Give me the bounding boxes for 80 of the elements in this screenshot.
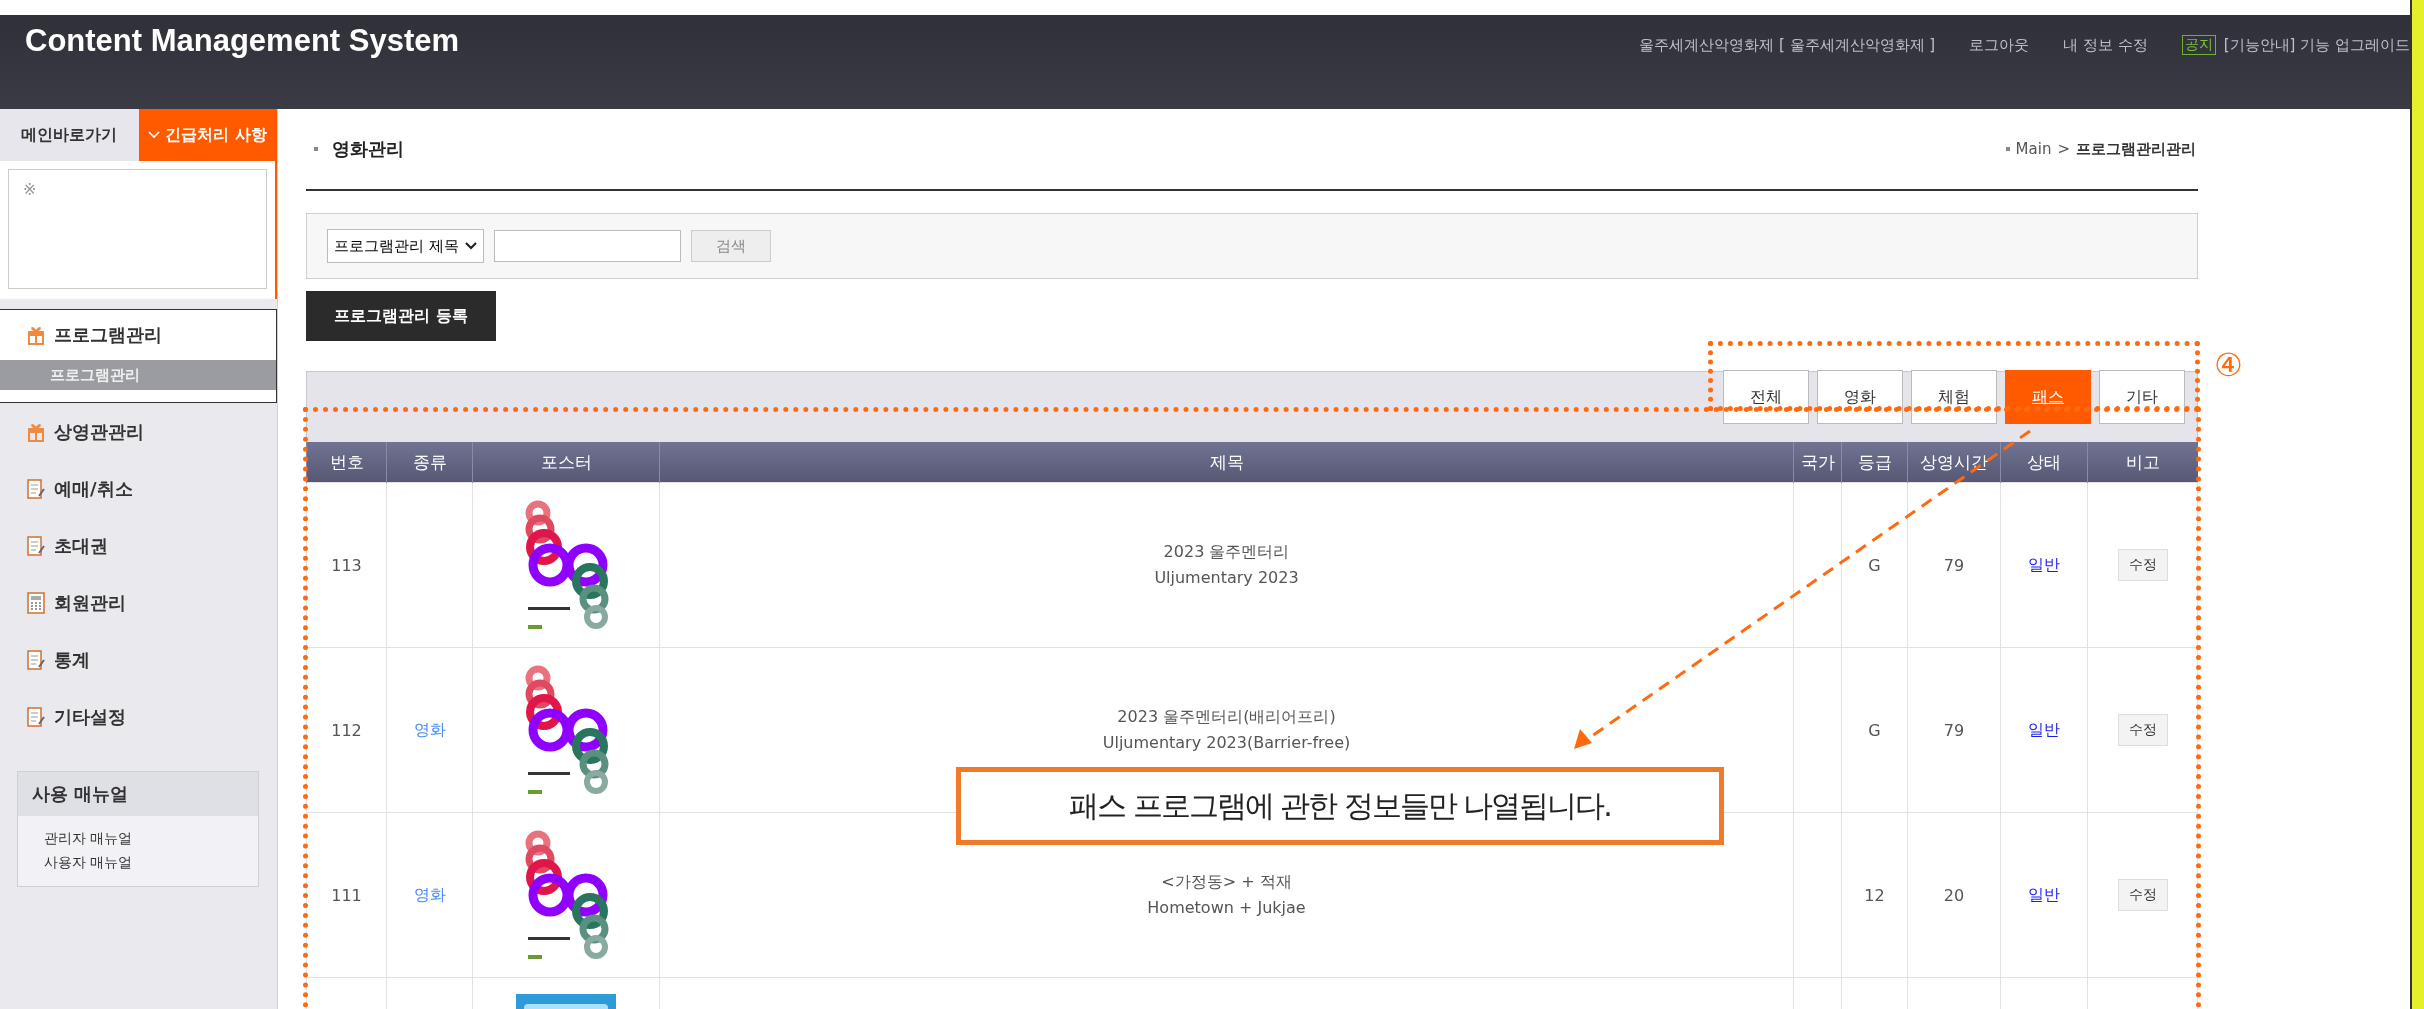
menu-item[interactable]: 프로그램관리: [0, 310, 276, 360]
menu-label: 회원관리: [54, 590, 126, 615]
notice-badge: 공지: [2181, 35, 2216, 55]
menu-label: 예매/취소: [54, 476, 133, 501]
grade-text: G: [1868, 720, 1881, 740]
title-english: Uljumentary 2023(Barrier-free): [1101, 732, 1352, 754]
filter-tab[interactable]: 기타: [2099, 370, 2185, 424]
column-header: 종류: [386, 442, 473, 483]
filter-tab[interactable]: 체험: [1911, 370, 1997, 424]
column-header: 상태: [2000, 442, 2088, 483]
column-header: 등급: [1841, 442, 1908, 483]
chevron-icon: [148, 131, 161, 139]
search-dropdown[interactable]: 프로그램관리 제목: [327, 229, 484, 263]
title-korean: 2023 울주멘터리: [1162, 541, 1291, 564]
notepad-icon: [26, 477, 46, 500]
gift-icon: [26, 421, 46, 442]
menu-item[interactable]: 기타설정: [0, 688, 277, 745]
menu-item[interactable]: 회원관리: [0, 574, 277, 631]
calculator-icon: [26, 591, 46, 614]
gift-icon: [26, 325, 46, 345]
menu-label: 초대권: [54, 533, 108, 558]
page-title: 영화관리: [332, 137, 404, 161]
row-number: 112: [331, 720, 362, 740]
column-header: 상영시간: [1907, 442, 2001, 483]
breadcrumb-link[interactable]: Main: [2015, 140, 2052, 158]
menu-label: 기타설정: [54, 704, 126, 729]
search-field[interactable]: [493, 230, 681, 262]
menu-label: 프로그램관리: [54, 323, 162, 347]
register-button[interactable]: 프로그램관리 등록: [306, 291, 496, 341]
type-link[interactable]: 영화: [413, 884, 446, 904]
title-english: Hometown + Jukjae: [1146, 897, 1307, 919]
runtime-text: 20: [1943, 885, 1965, 905]
runtime-text: 79: [1943, 555, 1965, 575]
column-header: 포스터: [472, 442, 660, 483]
menu-item[interactable]: 예매/취소: [0, 460, 277, 517]
notice-link[interactable]: [기능안내] 기능 업그레이드: [2223, 35, 2410, 55]
notepad-icon: [26, 534, 46, 557]
grade-text: G: [1868, 555, 1881, 575]
header-link[interactable]: 내 정보 수정: [2063, 35, 2148, 55]
app-title: Content Management System: [25, 23, 460, 59]
row-number: 111: [331, 885, 362, 905]
breadcrumb-current: 프로그램관리관리: [2076, 139, 2196, 159]
chevron-icon: [464, 242, 477, 250]
bullet-icon: [2005, 147, 2010, 151]
column-header: 비고: [2087, 442, 2198, 483]
step-marker: ④: [2214, 349, 2243, 381]
manual-link[interactable]: 관리자 매뉴얼: [44, 830, 232, 848]
row-number: 113: [331, 555, 362, 575]
manual-title: 사용 매뉴얼: [18, 772, 258, 816]
menu-label: 상영관관리: [54, 419, 144, 444]
filter-tab[interactable]: 영화: [1817, 370, 1903, 424]
menu-label: 통계: [54, 647, 90, 672]
column-header: 번호: [306, 442, 387, 483]
runtime-text: 79: [1943, 720, 1965, 740]
column-header: 제목: [659, 442, 1794, 483]
title-korean: 2023 울주멘터리(배리어프리): [1116, 706, 1337, 729]
notepad-icon: [26, 705, 46, 728]
breadcrumb-separator: >: [2057, 140, 2070, 158]
bullet-icon: [314, 147, 318, 151]
grade-text: 12: [1864, 885, 1885, 905]
title-english: Uljumentary 2023: [1153, 567, 1300, 589]
edit-button[interactable]: 수정: [2117, 879, 2168, 911]
edit-button[interactable]: 수정: [2117, 549, 2168, 581]
filter-tab[interactable]: 전체: [1723, 370, 1809, 424]
type-link[interactable]: 영화: [413, 719, 446, 739]
menu-item[interactable]: 초대권: [0, 517, 277, 574]
menu-item[interactable]: 상영관관리: [0, 403, 277, 460]
edit-button[interactable]: 수정: [2117, 714, 2168, 746]
title-korean: <가정동> + 적재: [1160, 871, 1293, 894]
header-link[interactable]: 울주세계산악영화제 [ 울주세계산악영화제 ]: [1639, 35, 1936, 55]
notice-box: ※: [8, 169, 267, 289]
menu-item[interactable]: 통계: [0, 631, 277, 688]
status-link[interactable]: 일반: [2028, 719, 2060, 739]
status-link[interactable]: 일반: [2028, 884, 2060, 904]
status-link[interactable]: 일반: [2028, 554, 2060, 574]
manual-link[interactable]: 사용자 매뉴얼: [44, 854, 232, 872]
column-header: 국가: [1793, 442, 1842, 483]
header-link[interactable]: 로그아웃: [1969, 35, 2030, 55]
callout-box: 패스 프로그램에 관한 정보들만 나열됩니다.: [956, 767, 1724, 845]
notepad-icon: [26, 648, 46, 671]
